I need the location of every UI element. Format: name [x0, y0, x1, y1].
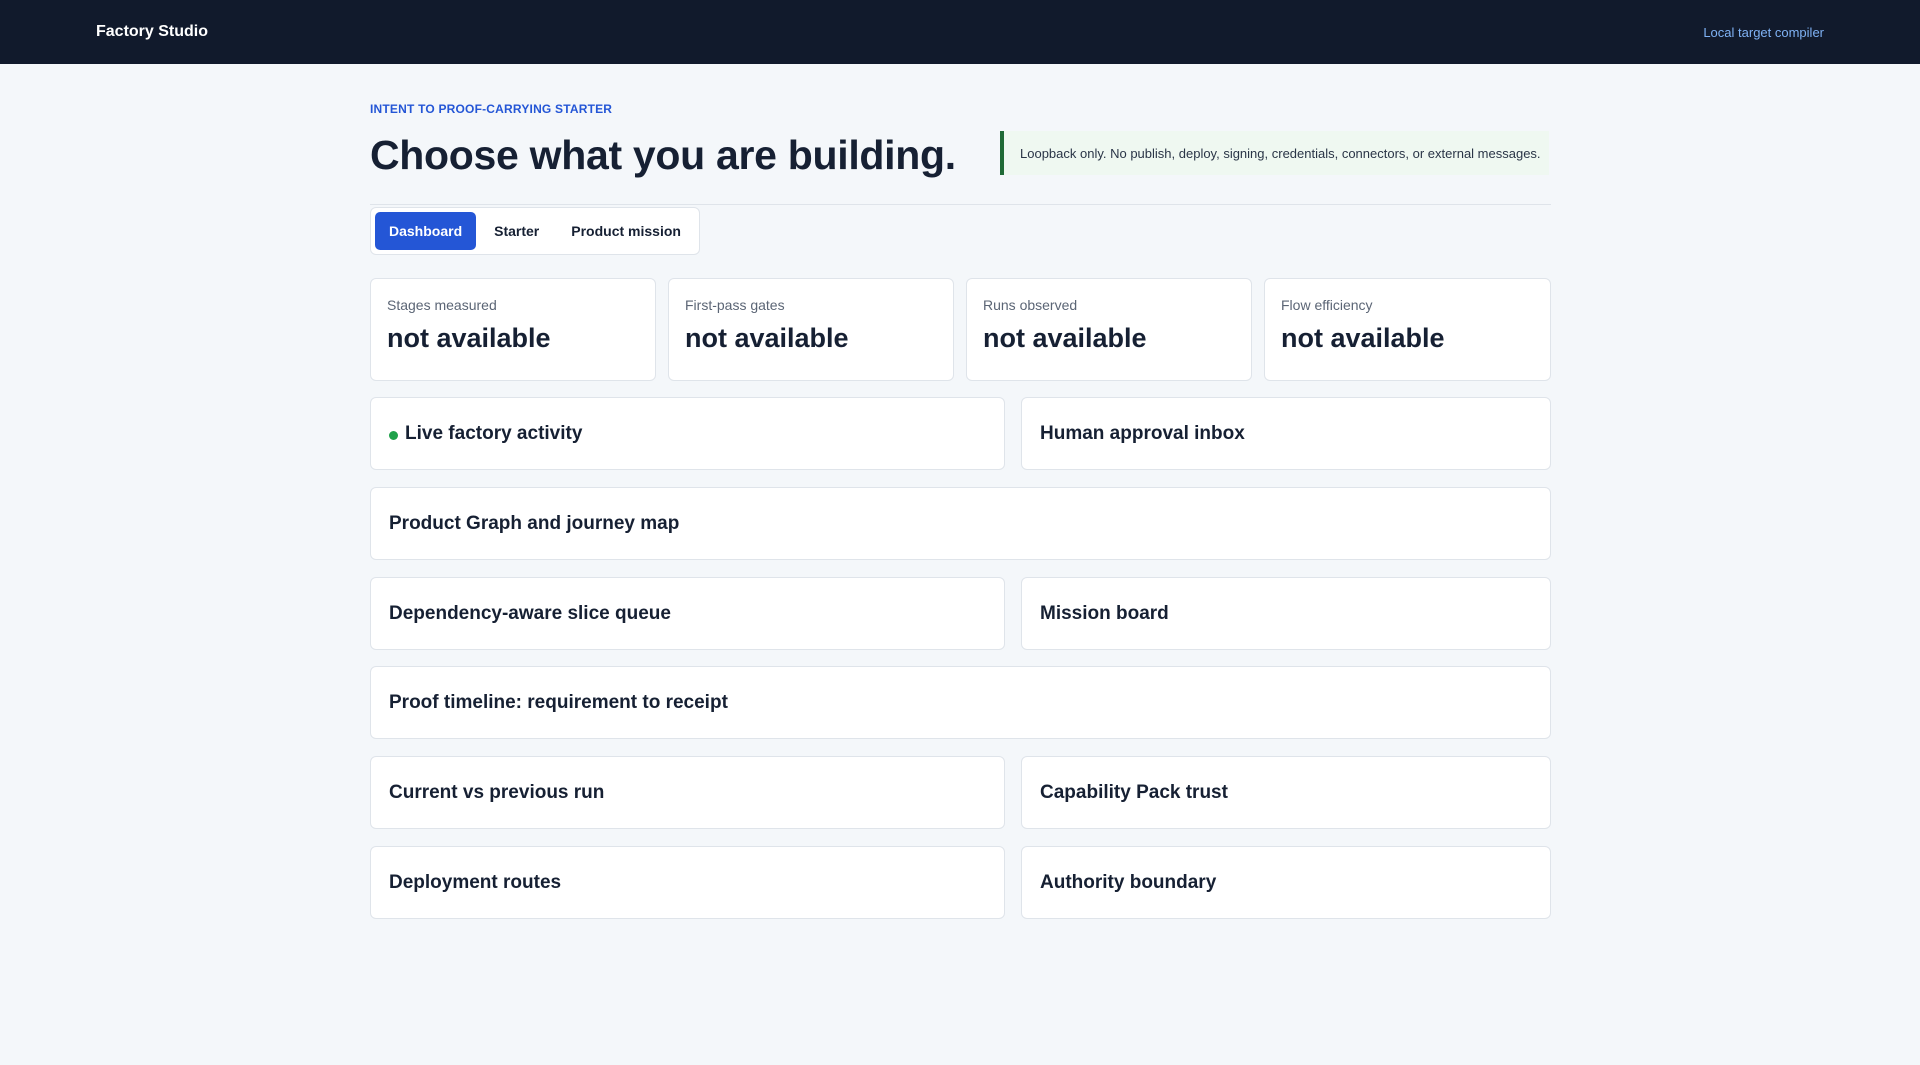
metric-value: not available [685, 323, 849, 353]
view-tabs: Dashboard Starter Product mission [370, 207, 700, 255]
metric-value: not available [387, 323, 551, 353]
proof-timeline-title: Proof timeline: requirement to receipt [389, 692, 728, 713]
app-brand: Factory Studio [96, 23, 209, 40]
metric-label: Runs observed [983, 297, 1078, 313]
deployment-routes-panel[interactable]: Deployment routes [370, 846, 1005, 919]
authority-boundary-panel[interactable]: Authority boundary [1021, 846, 1551, 919]
local-target-compiler-link[interactable]: Local target compiler [1703, 25, 1824, 40]
metric-label: First-pass gates [685, 297, 785, 313]
metric-flow-efficiency: Flow efficiency not available [1264, 278, 1551, 381]
live-factory-activity-panel[interactable]: Live factory activity [370, 397, 1005, 470]
tab-dashboard[interactable]: Dashboard [375, 212, 477, 250]
product-graph-title: Product Graph and journey map [389, 513, 680, 534]
metric-stages-measured: Stages measured not available [370, 278, 656, 381]
metric-first-pass-gates: First-pass gates not available [668, 278, 954, 381]
run-compare-title: Current vs previous run [389, 782, 605, 803]
page-title: Choose what you are building. [370, 132, 956, 178]
product-graph-panel[interactable]: Product Graph and journey map [370, 487, 1551, 560]
panel-title: Live factory activity [389, 398, 582, 470]
mission-board-title: Mission board [1040, 603, 1169, 624]
run-compare-panel[interactable]: Current vs previous run [370, 756, 1005, 829]
tab-starter[interactable]: Starter [480, 212, 553, 250]
mission-board-panel[interactable]: Mission board [1021, 577, 1551, 650]
slice-queue-panel[interactable]: Dependency-aware slice queue [370, 577, 1005, 650]
live-status-dot-icon [389, 431, 398, 440]
page-eyebrow: INTENT TO PROOF-CARRYING STARTER [370, 102, 613, 116]
human-approval-inbox-title: Human approval inbox [1040, 423, 1245, 444]
deployment-routes-title: Deployment routes [389, 872, 562, 893]
live-factory-activity-title: Live factory activity [405, 423, 583, 444]
proof-timeline-panel[interactable]: Proof timeline: requirement to receipt [370, 666, 1551, 739]
metric-label: Stages measured [387, 297, 497, 313]
capability-pack-trust-title: Capability Pack trust [1040, 782, 1228, 803]
top-bar: Factory Studio Local target compiler [0, 0, 1920, 64]
metric-value: not available [983, 323, 1147, 353]
metric-label: Flow efficiency [1281, 297, 1373, 313]
metric-value: not available [1281, 323, 1445, 353]
loopback-notice: Loopback only. No publish, deploy, signi… [1000, 131, 1549, 175]
header-divider [370, 204, 1551, 205]
slice-queue-title: Dependency-aware slice queue [389, 603, 671, 624]
metric-runs-observed: Runs observed not available [966, 278, 1252, 381]
authority-boundary-title: Authority boundary [1040, 872, 1217, 893]
capability-pack-trust-panel[interactable]: Capability Pack trust [1021, 756, 1551, 829]
tab-product-mission[interactable]: Product mission [557, 212, 695, 250]
human-approval-inbox-panel[interactable]: Human approval inbox [1021, 397, 1551, 470]
